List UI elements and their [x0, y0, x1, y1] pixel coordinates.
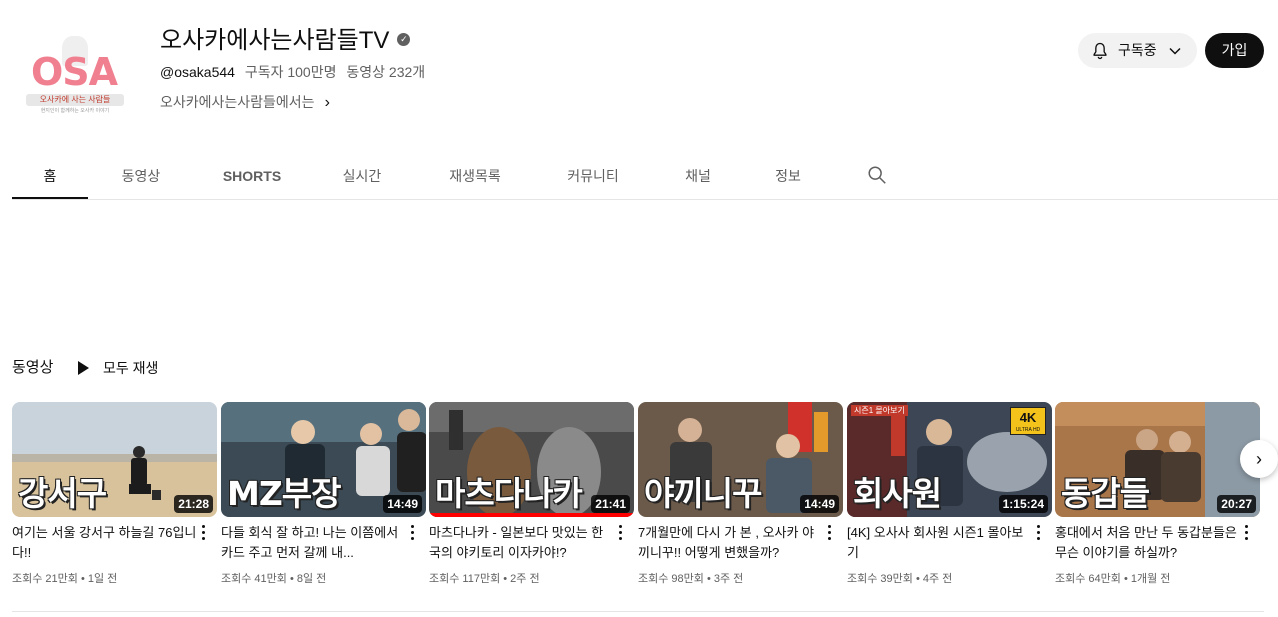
view-count: 조회수 64만회: [1055, 573, 1121, 585]
channel-about-text: 오사카에사는사람들에서는: [160, 94, 315, 110]
view-count: 조회수 117만회: [429, 573, 501, 585]
video-thumbnail[interactable]: 동갑들 20:27: [1055, 402, 1260, 517]
video-thumbnail[interactable]: 강서구 21:28: [12, 402, 217, 517]
tab-home[interactable]: 홈: [12, 155, 88, 199]
subscribed-button[interactable]: 구독중: [1078, 33, 1197, 68]
channel-about-link[interactable]: 오사카에사는사람들에서는 ›: [160, 92, 330, 112]
badge-4k: 4K ULTRA HD: [1010, 407, 1046, 435]
watch-progress-bar: [429, 513, 634, 517]
view-count: 조회수 98만회: [638, 573, 704, 585]
play-icon: [78, 361, 89, 376]
search-icon[interactable]: [866, 164, 888, 186]
avatar-logo-sub: 현지인이 함께하는 오사카 이야기: [40, 108, 110, 114]
more-actions-icon[interactable]: [410, 525, 416, 541]
subscriber-count: 구독자 100만명: [244, 64, 337, 80]
video-card[interactable]: 강서구 21:28 여기는 서울 강서구 하늘길 76입니다!! 조회수 21만…: [12, 402, 217, 585]
video-card[interactable]: 마츠다나카 21:41 마츠다나카 - 일본보다 맛있는 한국의 야키토리 이자…: [429, 402, 634, 585]
chevron-right-icon: ›: [324, 94, 330, 111]
video-duration: 14:49: [383, 495, 422, 513]
upload-age: 2주 전: [510, 573, 540, 585]
video-duration: 21:28: [174, 495, 213, 513]
video-thumbnail[interactable]: 시즌1 몰아보기 4K ULTRA HD 회사원 1:15:24: [847, 402, 1052, 517]
section-title[interactable]: 동영상: [12, 357, 53, 379]
view-count: 조회수 41만회: [221, 573, 287, 585]
tab-live[interactable]: 실시간: [330, 155, 394, 198]
channel-handle: @osaka544: [160, 64, 235, 80]
thumbnail-overlay-text: 마츠다나카: [435, 474, 583, 513]
upload-age: 3주 전: [713, 573, 744, 585]
view-count: 조회수 39만회: [847, 573, 913, 585]
season-tag: 시즌1 몰아보기: [851, 405, 908, 416]
join-button[interactable]: 가입: [1205, 33, 1264, 68]
tab-community[interactable]: 커뮤니티: [554, 155, 632, 198]
video-title[interactable]: 7개월만에 다시 가 본 , 오사카 야끼니꾸!! 어떻게 변했을까?: [638, 523, 823, 563]
tab-playlists[interactable]: 재생목록: [436, 155, 514, 198]
tab-shorts[interactable]: SHORTS: [212, 155, 292, 198]
tab-videos[interactable]: 동영상: [104, 155, 178, 198]
upload-age: 8일 전: [296, 573, 327, 585]
video-duration: 21:41: [591, 495, 630, 513]
thumbnail-overlay-text: MZ부장: [227, 474, 341, 513]
subscribed-label: 구독중: [1118, 42, 1157, 58]
carousel-next-button[interactable]: ›: [1240, 440, 1278, 478]
channel-name: 오사카에사는사람들TV: [160, 27, 390, 54]
video-meta: 조회수 64만회 • 1개월 전: [1055, 573, 1171, 585]
thumbnail-overlay-text: 야끼니꾸: [644, 474, 762, 513]
play-all-label: 모두 재생: [103, 360, 159, 376]
video-duration: 14:49: [800, 495, 839, 513]
chevron-down-icon: [1169, 47, 1181, 55]
more-actions-icon[interactable]: [1244, 525, 1250, 541]
channel-title: 오사카에사는사람들TV ✓: [160, 26, 411, 56]
video-count: 동영상 232개: [346, 64, 426, 80]
channel-tabs: 홈 동영상 SHORTS 실시간 재생목록 커뮤니티 채널 정보: [12, 155, 1278, 200]
video-duration: 20:27: [1217, 495, 1256, 513]
avatar-logo-bar: 오사카에 사는 사람들: [26, 94, 124, 106]
badge-4k-sub: ULTRA HD: [1015, 427, 1041, 433]
chevron-right-icon: ›: [1256, 449, 1262, 469]
more-actions-icon[interactable]: [1036, 525, 1042, 541]
more-actions-icon[interactable]: [201, 525, 207, 541]
view-count: 조회수 21만회: [12, 573, 78, 585]
video-card[interactable]: 동갑들 20:27 홍대에서 처음 만난 두 동갑분들은 무슨 이야기를 하실까…: [1055, 402, 1260, 585]
video-title[interactable]: 여기는 서울 강서구 하늘길 76입니다!!: [12, 523, 197, 563]
video-card[interactable]: 야끼니꾸 14:49 7개월만에 다시 가 본 , 오사카 야끼니꾸!! 어떻게…: [638, 402, 843, 585]
thumbnail-overlay-text: 동갑들: [1061, 474, 1150, 513]
play-all-button[interactable]: 모두 재생: [78, 357, 158, 379]
video-title[interactable]: 마츠다나카 - 일본보다 맛있는 한국의 야키토리 이자카야!?: [429, 523, 614, 563]
video-meta: 조회수 98만회 • 3주 전: [638, 573, 744, 585]
badge-4k-label: 4K: [1019, 410, 1037, 425]
section-divider: [12, 611, 1264, 612]
video-thumbnail[interactable]: 마츠다나카 21:41: [429, 402, 634, 517]
video-title[interactable]: 다들 회식 잘 하고! 나는 이쯤에서 카드 주고 먼저 갈께 내...: [221, 523, 406, 563]
bell-icon: [1093, 42, 1107, 60]
thumbnail-overlay-text: 강서구: [18, 474, 107, 513]
more-actions-icon[interactable]: [618, 525, 624, 541]
thumbnail-overlay-text: 회사원: [853, 474, 942, 513]
channel-avatar[interactable]: OSA 오사카에 사는 사람들 현지인이 함께하는 오사카 이야기: [12, 28, 136, 124]
video-thumbnail[interactable]: 야끼니꾸 14:49: [638, 402, 843, 517]
more-actions-icon[interactable]: [827, 525, 833, 541]
video-meta: 조회수 117만회 • 2주 전: [429, 573, 540, 585]
channel-meta: @osaka544 구독자 100만명 동영상 232개: [160, 62, 431, 82]
video-meta: 조회수 21만회 • 1일 전: [12, 573, 118, 585]
video-card[interactable]: MZ부장 14:49 다들 회식 잘 하고! 나는 이쯤에서 카드 주고 먼저 …: [221, 402, 426, 585]
upload-age: 4주 전: [922, 573, 953, 585]
video-title[interactable]: [4K] 오사사 회사원 시즌1 몰아보기: [847, 523, 1032, 563]
avatar-logo-text: OSA: [30, 50, 118, 94]
verified-check-icon: ✓: [397, 33, 411, 47]
tab-about[interactable]: 정보: [764, 155, 812, 198]
upload-age: 1개월 전: [1130, 573, 1171, 585]
video-card[interactable]: 시즌1 몰아보기 4K ULTRA HD 회사원 1:15:24 [4K] 오사사…: [847, 402, 1052, 585]
upload-age: 1일 전: [87, 573, 118, 585]
video-meta: 조회수 39만회 • 4주 전: [847, 573, 953, 585]
tab-channels[interactable]: 채널: [674, 155, 722, 198]
video-title[interactable]: 홍대에서 처음 만난 두 동갑분들은 무슨 이야기를 하실까?: [1055, 523, 1240, 563]
video-duration: 1:15:24: [998, 495, 1048, 513]
video-meta: 조회수 41만회 • 8일 전: [221, 573, 327, 585]
video-thumbnail[interactable]: MZ부장 14:49: [221, 402, 426, 517]
